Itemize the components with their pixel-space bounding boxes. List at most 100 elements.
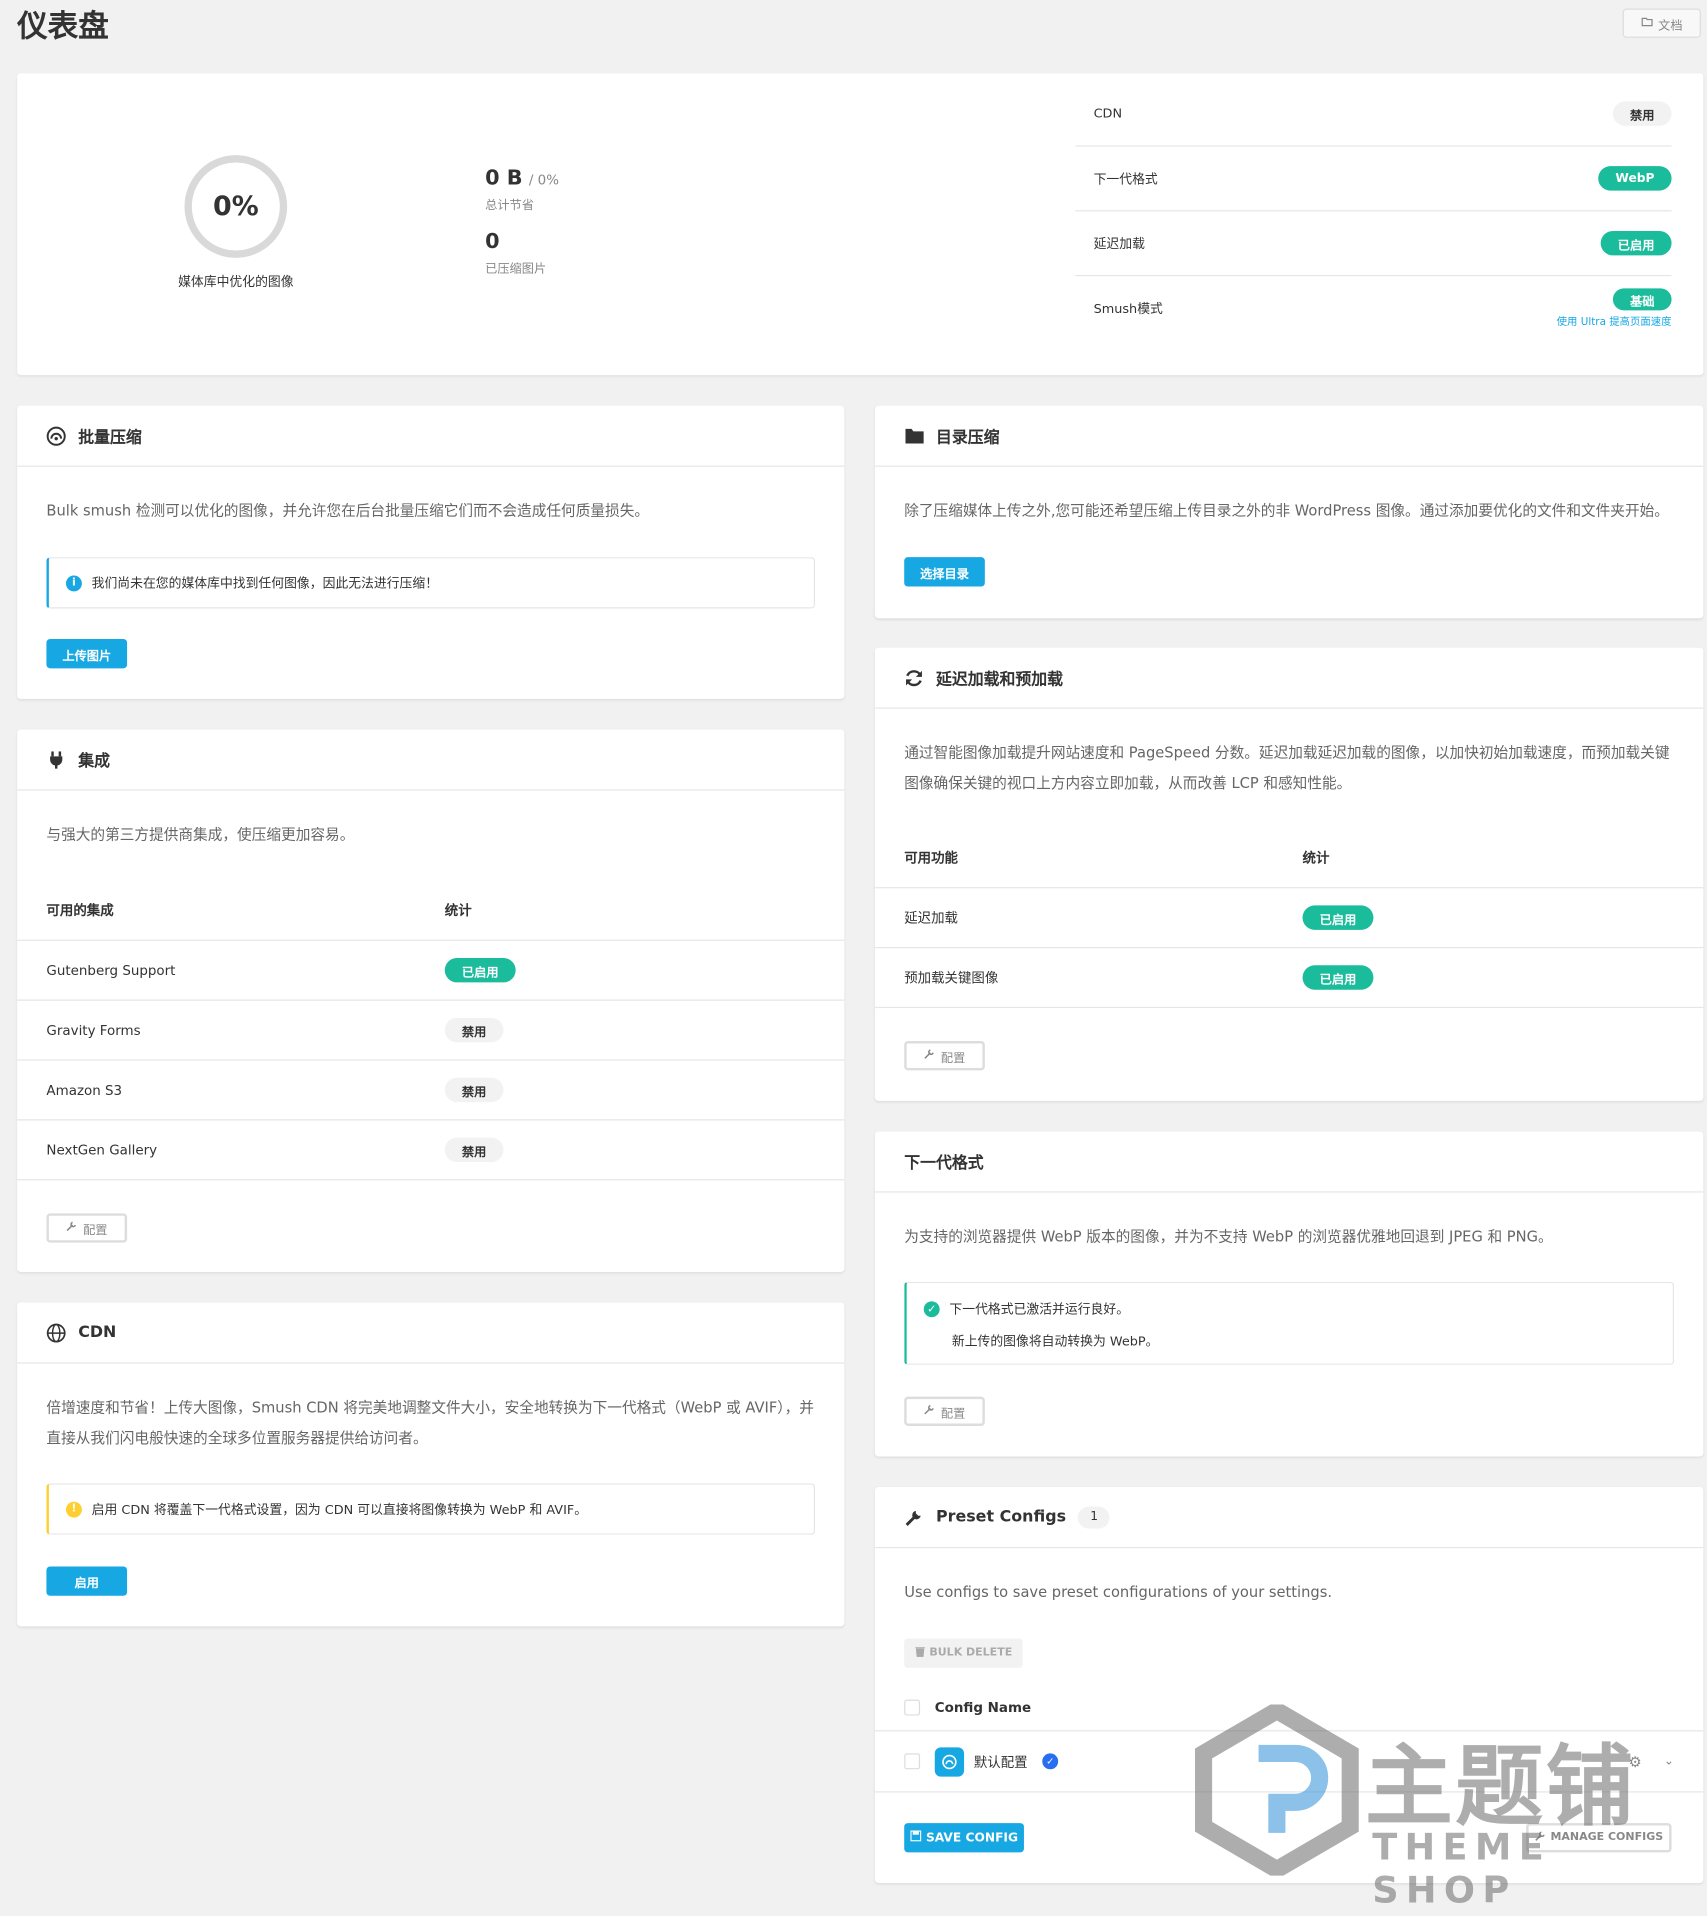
chevron-down-icon[interactable]: ⌄ bbox=[1664, 1755, 1674, 1768]
column-header: 统计 bbox=[1302, 850, 1330, 867]
save-icon bbox=[910, 1830, 922, 1845]
plug-icon bbox=[46, 750, 66, 770]
status-badge: 已启用 bbox=[1600, 230, 1672, 256]
select-all-checkbox[interactable] bbox=[904, 1699, 921, 1716]
gear-icon[interactable]: ⚙ bbox=[1629, 1753, 1642, 1770]
config-row: 默认配置 ✓ ⚙ ⌄ bbox=[874, 1731, 1704, 1793]
status-badge: 禁用 bbox=[444, 1137, 504, 1163]
integration-name: Gutenberg Support bbox=[46, 962, 176, 979]
save-config-label: SAVE CONFIG bbox=[926, 1831, 1019, 1845]
column-header: 可用的集成 bbox=[46, 902, 114, 919]
column-header: Config Name bbox=[934, 1699, 1032, 1716]
summary-row-label: 下一代格式 bbox=[1093, 171, 1158, 187]
lazy-load-card: 延迟加载和预加载 通过智能图像加载提升网站速度和 PageSpeed 分数。延迟… bbox=[874, 647, 1704, 1101]
enable-cdn-button[interactable]: 启用 bbox=[46, 1566, 128, 1596]
success-notice: ✓ 下一代格式已激活并运行良好。 新上传的图像将自动转换为 WebP。 bbox=[904, 1281, 1675, 1365]
card-description: 除了压缩媒体上传之外,您可能还希望压缩上传目录之外的非 WordPress 图像… bbox=[904, 502, 1669, 520]
card-description: 倍增速度和节省！上传大图像，Smush CDN 将完美地调整文件大小，安全地转换… bbox=[46, 1399, 814, 1447]
warning-notice: ! 启用 CDN 将覆盖下一代格式设置，因为 CDN 可以直接将图像转换为 We… bbox=[46, 1483, 816, 1535]
config-avatar bbox=[934, 1746, 965, 1777]
config-name: 默认配置 bbox=[973, 1754, 1028, 1770]
docs-button[interactable]: 文档 bbox=[1622, 8, 1701, 38]
row-checkbox[interactable] bbox=[904, 1753, 921, 1770]
feature-name: 预加载关键图像 bbox=[904, 970, 999, 987]
wrench-icon bbox=[924, 1048, 935, 1063]
table-header: 可用功能 统计 bbox=[874, 828, 1704, 889]
folder-icon bbox=[904, 426, 924, 446]
summary-row-label: CDN bbox=[1093, 106, 1123, 121]
bulk-delete-label: BULK DELETE bbox=[929, 1647, 1013, 1660]
directory-smush-card: 目录压缩 除了压缩媒体上传之外,您可能还希望压缩上传目录之外的非 WordPre… bbox=[874, 405, 1704, 619]
summary-row-cdn: CDN 禁用 bbox=[1075, 82, 1672, 147]
table-header: 可用的集成 统计 bbox=[17, 881, 845, 941]
smush-icon bbox=[46, 426, 66, 446]
score-value: 0% bbox=[212, 191, 259, 222]
status-badge: 禁用 bbox=[444, 1017, 504, 1043]
integration-name: Gravity Forms bbox=[46, 1022, 141, 1039]
bulk-smush-card: 批量压缩 Bulk smush 检测可以优化的图像，并允许您在后台批量压缩它们而… bbox=[17, 405, 845, 699]
compressed-count-value: 0 bbox=[485, 229, 500, 255]
status-badge: 禁用 bbox=[1612, 101, 1672, 126]
book-icon bbox=[1641, 16, 1653, 29]
table-row: NextGen Gallery 禁用 bbox=[17, 1120, 845, 1181]
integrations-configure-button[interactable]: 配置 bbox=[46, 1213, 128, 1243]
wrench-icon bbox=[924, 1404, 935, 1419]
configure-label: 配置 bbox=[940, 1051, 966, 1065]
preset-configs-card: Preset Configs 1 Use configs to save pre… bbox=[874, 1487, 1704, 1883]
choose-directory-button[interactable]: 选择目录 bbox=[904, 557, 985, 587]
card-title: CDN bbox=[78, 1323, 117, 1342]
status-badge: 已启用 bbox=[444, 957, 516, 983]
card-title: Preset Configs bbox=[935, 1507, 1067, 1527]
bulk-delete-button[interactable]: BULK DELETE bbox=[904, 1638, 1023, 1668]
page-title: 仪表盘 bbox=[17, 8, 109, 44]
column-header: 可用功能 bbox=[904, 850, 958, 867]
status-badge: WebP bbox=[1598, 166, 1672, 191]
card-description: 通过智能图像加载提升网站速度和 PageSpeed 分数。延迟加载延迟加载的图像… bbox=[904, 744, 1670, 792]
nextgen-formats-card: 下一代格式 为支持的浏览器提供 WebP 版本的图像，并为不支持 WebP 的浏… bbox=[874, 1131, 1704, 1457]
score-circle: 0% bbox=[183, 154, 288, 259]
table-header: Config Name bbox=[874, 1685, 1704, 1732]
cdn-card: CDN 倍增速度和节省！上传大图像，Smush CDN 将完美地调整文件大小，安… bbox=[17, 1302, 845, 1627]
table-row: Amazon S3 禁用 bbox=[17, 1061, 845, 1121]
card-title: 目录压缩 bbox=[935, 428, 1000, 448]
card-title: 延迟加载和预加载 bbox=[935, 670, 1064, 690]
summary-row-smush-mode: Smush模式 基础 使用 Ultra 提高页面速度 bbox=[1075, 276, 1672, 341]
verified-badge-icon: ✓ bbox=[1042, 1753, 1059, 1770]
lazy-configure-button[interactable]: 配置 bbox=[904, 1041, 985, 1071]
compressed-count-label: 已压缩图片 bbox=[485, 262, 547, 277]
card-description: Use configs to save preset configuration… bbox=[904, 1583, 1333, 1601]
savings-stat: 0 B / 0% 总计节省 bbox=[485, 166, 559, 212]
card-description: Bulk smush 检测可以优化的图像，并允许您在后台批量压缩它们而不会造成任… bbox=[46, 502, 650, 520]
info-notice: i 我们尚未在您的媒体库中找到任何图像，因此无法进行压缩！ bbox=[46, 557, 816, 609]
feature-name: 延迟加载 bbox=[904, 910, 958, 927]
card-title: 集成 bbox=[78, 752, 110, 772]
config-count-badge: 1 bbox=[1078, 1505, 1111, 1528]
integration-name: Amazon S3 bbox=[46, 1081, 123, 1098]
nextgen-configure-button[interactable]: 配置 bbox=[904, 1396, 985, 1426]
check-circle-icon: ✓ bbox=[923, 1301, 940, 1318]
wrench-icon bbox=[904, 1507, 924, 1527]
upload-images-button[interactable]: 上传图片 bbox=[46, 639, 128, 669]
wrench-icon bbox=[1535, 1830, 1546, 1845]
info-icon: i bbox=[65, 574, 82, 591]
summary-row-label: 延迟加载 bbox=[1093, 236, 1145, 252]
savings-value: 0 B bbox=[485, 166, 523, 191]
warning-icon: ! bbox=[65, 1501, 82, 1517]
card-description: 为支持的浏览器提供 WebP 版本的图像，并为不支持 WebP 的浏览器优雅地回… bbox=[904, 1228, 1553, 1246]
configure-label: 配置 bbox=[83, 1223, 108, 1238]
save-config-button[interactable]: SAVE CONFIG bbox=[904, 1823, 1024, 1853]
integration-name: NextGen Gallery bbox=[46, 1141, 158, 1158]
score-label: 媒体库中优化的图像 bbox=[178, 274, 294, 290]
refresh-icon bbox=[904, 668, 924, 688]
compressed-count-stat: 0 已压缩图片 bbox=[485, 230, 546, 276]
card-title: 批量压缩 bbox=[78, 428, 142, 448]
trash-icon bbox=[914, 1646, 925, 1661]
savings-label: 总计节省 bbox=[485, 199, 534, 213]
summary-row-nextgen: 下一代格式 WebP bbox=[1075, 147, 1672, 212]
manage-configs-button[interactable]: MANAGE CONFIGS bbox=[1526, 1823, 1672, 1853]
notice-text: 下一代格式已激活并运行良好。 bbox=[949, 1302, 1130, 1318]
upgrade-ultra-link[interactable]: 使用 Ultra 提高页面速度 bbox=[1557, 314, 1672, 328]
globe-icon bbox=[46, 1323, 66, 1343]
savings-percent: / 0% bbox=[528, 172, 559, 189]
table-row: 预加载关键图像 已启用 bbox=[874, 948, 1704, 1009]
